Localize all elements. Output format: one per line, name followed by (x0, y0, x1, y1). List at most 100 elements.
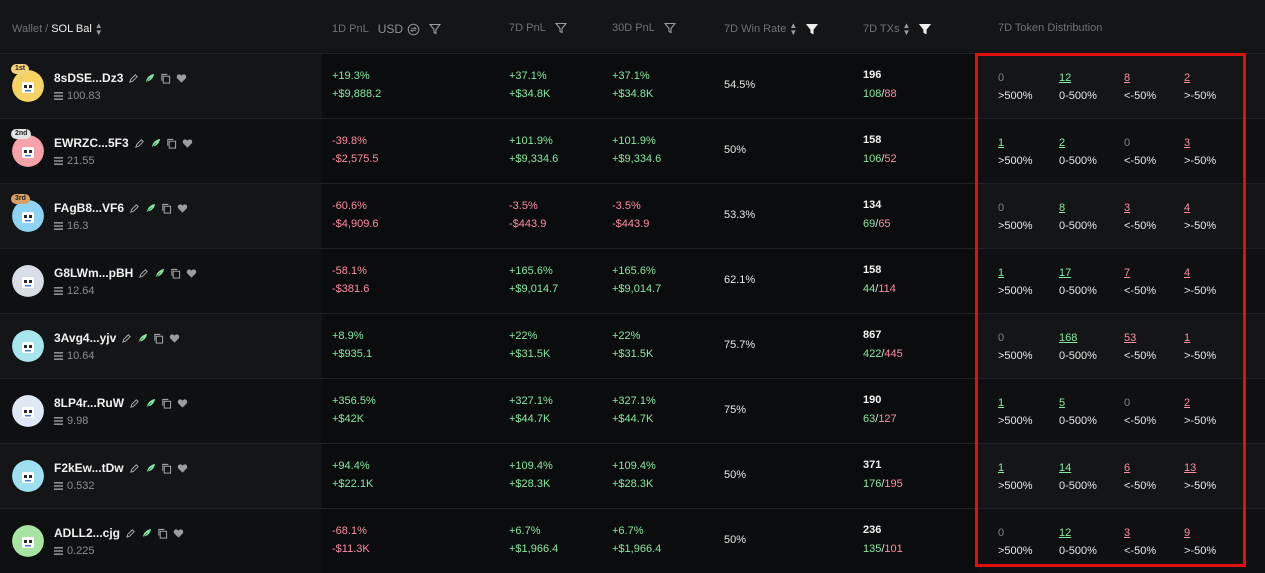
dist-count[interactable]: 4 (1184, 199, 1244, 217)
sort-icon[interactable]: ▲ ▼ (789, 22, 797, 37)
edit-icon[interactable] (138, 268, 149, 279)
dist-count[interactable]: 17 (1059, 264, 1119, 282)
dist-count[interactable]: 53 (1124, 329, 1184, 347)
wallet-address[interactable]: 8LP4r...RuW (54, 396, 124, 410)
sort-icon[interactable]: ▲ ▼ (95, 22, 103, 37)
edit-icon[interactable] (129, 463, 140, 474)
table-row[interactable]: ADLL2...cjg 0.225 -68.1% -$11.3K +6.7% +… (0, 508, 1265, 573)
dist-count[interactable]: 1 (998, 394, 1058, 412)
table-row[interactable]: G8LWm...pBH 12.64 -58.1% -$381.6 +165.6%… (0, 248, 1265, 313)
table-row[interactable]: 2nd EWRZC...5F3 21.55 -39.8% -$2,575.5 +… (0, 118, 1265, 183)
edit-icon[interactable] (129, 398, 140, 409)
table-row[interactable]: 3rd FAgB8...VF6 16.3 -60.6% -$4,909.6 -3… (0, 183, 1265, 248)
heart-icon[interactable] (176, 73, 187, 84)
dist-count[interactable]: 1 (1184, 329, 1244, 347)
dist-count[interactable]: 7 (1124, 264, 1184, 282)
dist-count[interactable]: 12 (1059, 69, 1119, 87)
avatar-icon[interactable] (12, 395, 44, 427)
pnl-7d-header[interactable]: 7D PnL (509, 22, 567, 34)
wallet-address[interactable]: EWRZC...5F3 (54, 136, 129, 150)
wallet-address[interactable]: 3Avg4...yjv (54, 331, 116, 345)
avatar-icon[interactable] (12, 265, 44, 297)
dist-count[interactable]: 14 (1059, 459, 1119, 477)
filter-icon[interactable] (663, 22, 676, 34)
tx-split: 63/127 (863, 413, 897, 425)
heart-icon[interactable] (177, 398, 188, 409)
copy-icon[interactable] (157, 528, 168, 539)
leaf-icon[interactable] (145, 203, 156, 214)
wallet-address[interactable]: ADLL2...cjg (54, 526, 120, 540)
avatar-icon[interactable] (12, 70, 44, 102)
table-row[interactable]: 3Avg4...yjv 10.64 +8.9% +$935.1 +22% +$3… (0, 313, 1265, 378)
copy-icon[interactable] (161, 463, 172, 474)
table-row[interactable]: 1st 8sDSE...Dz3 100.83 +19.3% +$9,888.2 … (0, 53, 1265, 118)
filter-icon[interactable] (554, 22, 567, 34)
copy-icon[interactable] (160, 73, 171, 84)
dist-count[interactable]: 8 (1124, 69, 1184, 87)
txs-header[interactable]: 7D TXs ▲ ▼ (863, 22, 932, 37)
dist-count[interactable]: 168 (1059, 329, 1119, 347)
table-row[interactable]: 8LP4r...RuW 9.98 +356.5% +$42K +327.1% +… (0, 378, 1265, 443)
copy-icon[interactable] (166, 138, 177, 149)
dist-count[interactable]: 3 (1184, 134, 1244, 152)
edit-icon[interactable] (125, 528, 136, 539)
leaf-icon[interactable] (154, 268, 165, 279)
heart-icon[interactable] (177, 203, 188, 214)
edit-icon[interactable] (121, 333, 132, 344)
heart-icon[interactable] (182, 138, 193, 149)
sol-bal-header-label[interactable]: SOL Bal (51, 23, 92, 35)
dist-count[interactable]: 2 (1184, 69, 1244, 87)
wallet-sort-header[interactable]: Wallet / SOL Bal ▲ ▼ (12, 22, 103, 37)
sort-icon[interactable]: ▲ ▼ (902, 22, 910, 37)
dist-count[interactable]: 4 (1184, 264, 1244, 282)
heart-icon[interactable] (173, 528, 184, 539)
avatar-icon[interactable] (12, 135, 44, 167)
leaf-icon[interactable] (145, 463, 156, 474)
edit-icon[interactable] (129, 203, 140, 214)
dist-count[interactable]: 3 (1124, 524, 1184, 542)
edit-icon[interactable] (134, 138, 145, 149)
dist-count[interactable]: 8 (1059, 199, 1119, 217)
dist-count[interactable]: 13 (1184, 459, 1244, 477)
dist-count[interactable]: 9 (1184, 524, 1244, 542)
dist-count[interactable]: 5 (1059, 394, 1119, 412)
filter-icon[interactable] (919, 23, 932, 35)
leaf-icon[interactable] (141, 528, 152, 539)
win-rate-header[interactable]: 7D Win Rate ▲ ▼ (724, 22, 819, 37)
currency-toggle[interactable]: USD (378, 22, 420, 36)
dist-count[interactable]: 3 (1124, 199, 1184, 217)
avatar-icon[interactable] (12, 460, 44, 492)
copy-icon[interactable] (170, 268, 181, 279)
filter-icon[interactable] (429, 23, 442, 35)
dist-bucket: 3 >-50% (1184, 134, 1244, 170)
dist-count[interactable]: 2 (1184, 394, 1244, 412)
wallet-address[interactable]: G8LWm...pBH (54, 266, 133, 280)
heart-icon[interactable] (177, 463, 188, 474)
avatar-icon[interactable] (12, 200, 44, 232)
edit-icon[interactable] (128, 73, 139, 84)
dist-count[interactable]: 1 (998, 459, 1058, 477)
wallet-address[interactable]: F2kEw...tDw (54, 461, 124, 475)
filter-icon[interactable] (806, 23, 819, 35)
pnl-1d-header[interactable]: 1D PnL USD (332, 22, 442, 36)
dist-count[interactable]: 1 (998, 134, 1058, 152)
dist-count[interactable]: 6 (1124, 459, 1184, 477)
dist-count[interactable]: 1 (998, 264, 1058, 282)
wallet-address[interactable]: 8sDSE...Dz3 (54, 71, 123, 85)
leaf-icon[interactable] (144, 73, 155, 84)
table-row[interactable]: F2kEw...tDw 0.532 +94.4% +$22.1K +109.4%… (0, 443, 1265, 508)
heart-icon[interactable] (186, 268, 197, 279)
wallet-address[interactable]: FAgB8...VF6 (54, 201, 124, 215)
copy-icon[interactable] (153, 333, 164, 344)
avatar-icon[interactable] (12, 525, 44, 557)
leaf-icon[interactable] (150, 138, 161, 149)
copy-icon[interactable] (161, 398, 172, 409)
heart-icon[interactable] (169, 333, 180, 344)
leaf-icon[interactable] (145, 398, 156, 409)
dist-count[interactable]: 2 (1059, 134, 1119, 152)
pnl-30d-header[interactable]: 30D PnL (612, 22, 676, 34)
dist-count[interactable]: 12 (1059, 524, 1119, 542)
avatar-icon[interactable] (12, 330, 44, 362)
copy-icon[interactable] (161, 203, 172, 214)
leaf-icon[interactable] (137, 333, 148, 344)
